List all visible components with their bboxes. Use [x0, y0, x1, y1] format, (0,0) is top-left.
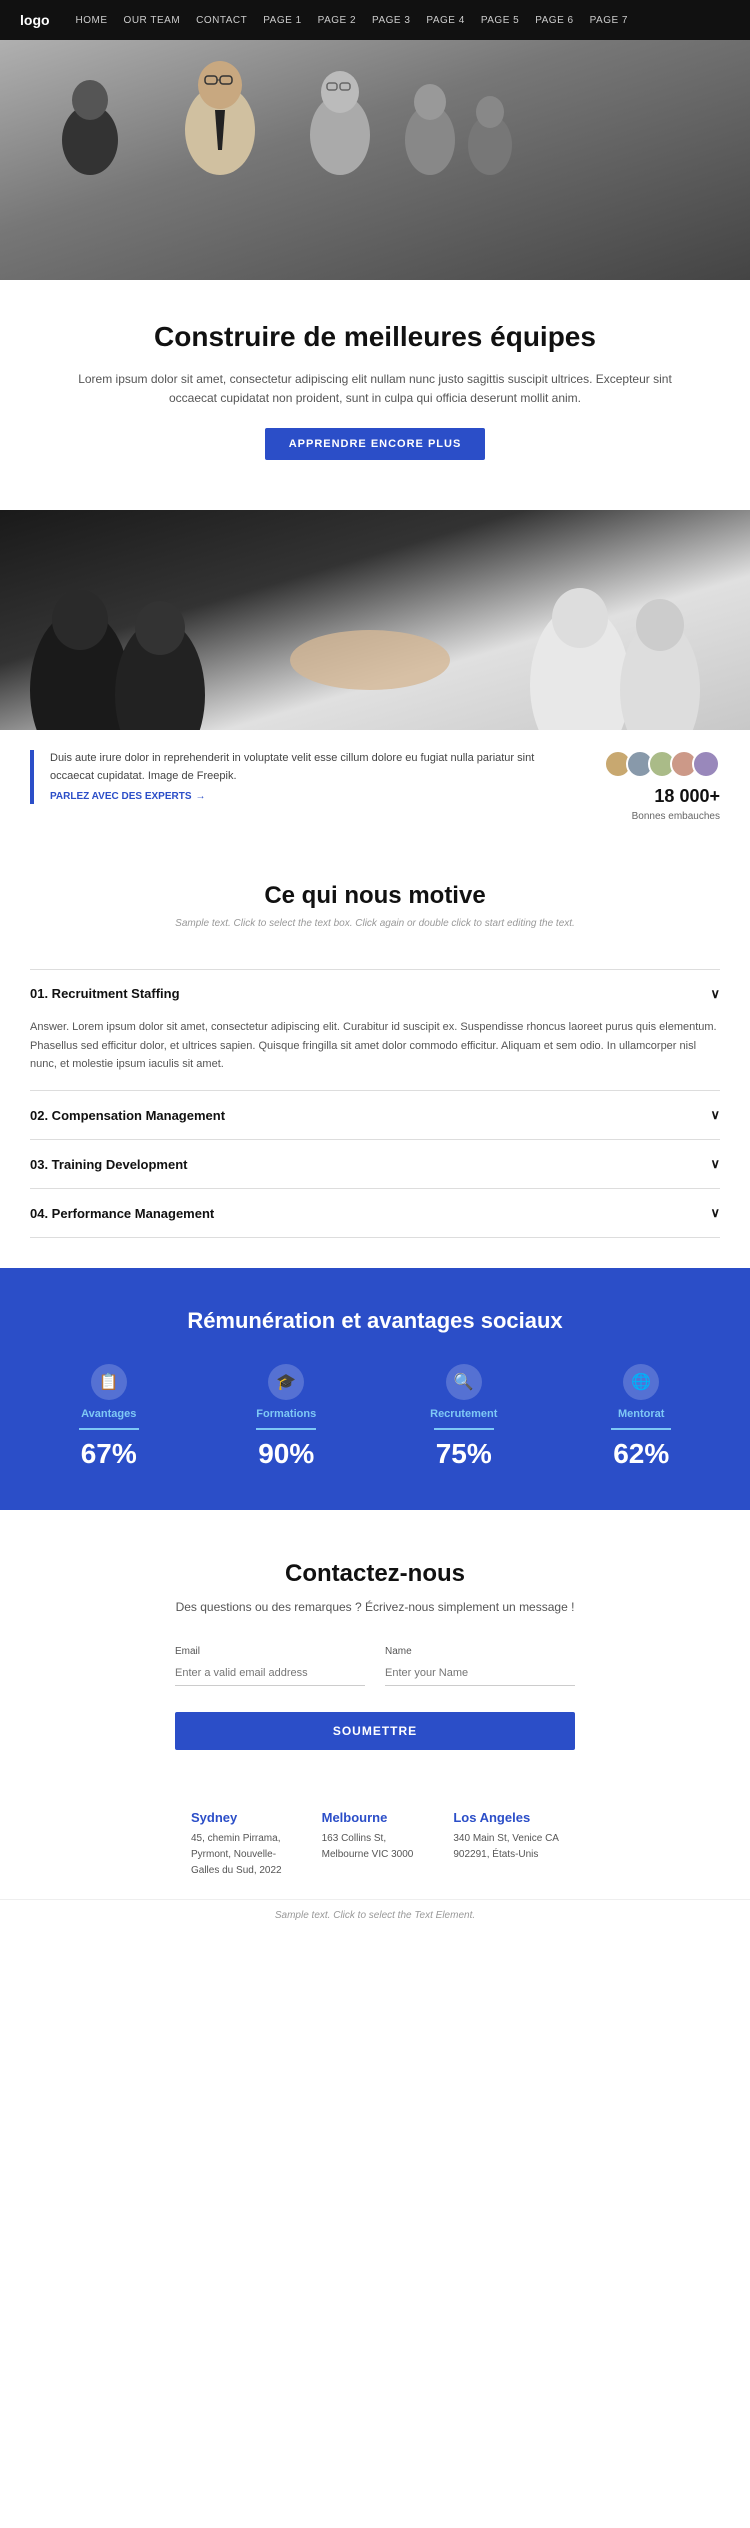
chevron-down-icon: ∨ — [710, 1107, 720, 1123]
accordion-label-3: 03. Training Development — [30, 1157, 188, 1172]
office-sydney-address: 45, chemin Pirrama,Pyrmont, Nouvelle-Gal… — [191, 1831, 282, 1879]
stat-mentorat: 🌐 Mentorat 62% — [563, 1364, 721, 1470]
blue-section-title: Rémunération et avantages sociaux — [30, 1308, 720, 1334]
office-melbourne-city: Melbourne — [322, 1810, 414, 1825]
accordion-label-4: 04. Performance Management — [30, 1206, 214, 1221]
nav-page1[interactable]: PAGE 1 — [263, 15, 301, 26]
stats-text: Duis aute irure dolor in reprehenderit i… — [30, 750, 570, 804]
footer-note: Sample text. Click to select the Text El… — [0, 1899, 750, 1931]
nav-home[interactable]: HOME — [76, 15, 108, 26]
nav-page3[interactable]: PAGE 3 — [372, 15, 410, 26]
formations-label: Formations — [256, 1408, 316, 1420]
name-field-wrapper: Name — [385, 1646, 575, 1686]
chevron-down-icon: ∨ — [710, 1156, 720, 1172]
chevron-down-icon: ∨ — [710, 986, 720, 1002]
recrutement-icon: 🔍 — [446, 1364, 482, 1400]
nav-page2[interactable]: PAGE 2 — [318, 15, 356, 26]
nav-contact[interactable]: CONTACT — [196, 15, 247, 26]
accordion-item-2: 02. Compensation Management ∨ — [30, 1090, 720, 1139]
mentorat-icon: 🌐 — [623, 1364, 659, 1400]
formations-icon: 🎓 — [268, 1364, 304, 1400]
logo: logo — [20, 12, 50, 28]
avantages-underline — [79, 1428, 139, 1430]
hero-text-section: Construire de meilleures équipes Lorem i… — [0, 280, 750, 480]
email-input[interactable] — [175, 1661, 365, 1686]
motivation-subtitle: Sample text. Click to select the text bo… — [30, 918, 720, 929]
accordion-body-1: Answer. Lorem ipsum dolor sit amet, cons… — [30, 1018, 720, 1090]
stats-right: 18 000+ Bonnes embauches — [570, 750, 720, 822]
office-sydney: Sydney 45, chemin Pirrama,Pyrmont, Nouve… — [191, 1810, 282, 1879]
blue-stats-grid: 📋 Avantages 67% 🎓 Formations 90% 🔍 Recru… — [30, 1364, 720, 1470]
accordion-label-2: 02. Compensation Management — [30, 1108, 225, 1123]
name-input[interactable] — [385, 1661, 575, 1686]
accordion-header-1[interactable]: 01. Recruitment Staffing ∨ — [30, 970, 720, 1018]
recrutement-label: Recrutement — [430, 1408, 497, 1420]
contact-title: Contactez-nous — [30, 1560, 720, 1588]
navigation: logo HOME OUR TEAM CONTACT PAGE 1 PAGE 2… — [0, 0, 750, 40]
accordion-header-4[interactable]: 04. Performance Management ∨ — [30, 1189, 720, 1237]
email-field-wrapper: Email — [175, 1646, 365, 1686]
office-losangeles-address: 340 Main St, Venice CA902291, États-Unis — [453, 1831, 559, 1863]
stat-number: 18 000+ — [654, 786, 720, 807]
talk-experts-link[interactable]: PARLEZ AVEC DES EXPERTS → — [50, 791, 206, 802]
avantages-pct: 67% — [81, 1438, 137, 1470]
nav-page5[interactable]: PAGE 5 — [481, 15, 519, 26]
office-sydney-city: Sydney — [191, 1810, 282, 1825]
formations-pct: 90% — [258, 1438, 314, 1470]
office-melbourne-address: 163 Collins St,Melbourne VIC 3000 — [322, 1831, 414, 1863]
email-label: Email — [175, 1646, 365, 1657]
recrutement-underline — [434, 1428, 494, 1430]
motivation-title: Ce qui nous motive — [30, 882, 720, 910]
office-losangeles-city: Los Angeles — [453, 1810, 559, 1825]
contact-form: Email Name SOUMETTRE — [175, 1646, 575, 1750]
blue-stats-section: Rémunération et avantages sociaux 📋 Avan… — [0, 1268, 750, 1510]
avatar — [692, 750, 720, 778]
stat-recrutement: 🔍 Recrutement 75% — [385, 1364, 543, 1470]
mentorat-pct: 62% — [613, 1438, 669, 1470]
avatars-group — [604, 750, 720, 778]
form-row: Email Name — [175, 1646, 575, 1686]
motivation-section: Ce qui nous motive Sample text. Click to… — [0, 842, 750, 969]
stat-label: Bonnes embauches — [632, 811, 720, 822]
accordion-header-3[interactable]: 03. Training Development ∨ — [30, 1140, 720, 1188]
team-image — [0, 510, 750, 730]
mentorat-label: Mentorat — [618, 1408, 664, 1420]
office-losangeles: Los Angeles 340 Main St, Venice CA902291… — [453, 1810, 559, 1879]
nav-page7[interactable]: PAGE 7 — [590, 15, 628, 26]
contact-subtitle: Des questions ou des remarques ? Écrivez… — [30, 1598, 720, 1616]
hero-title: Construire de meilleures équipes — [60, 320, 690, 354]
stat-formations: 🎓 Formations 90% — [208, 1364, 366, 1470]
accordion-label-1: 01. Recruitment Staffing — [30, 986, 180, 1001]
avantages-label: Avantages — [81, 1408, 136, 1420]
accordion-item-4: 04. Performance Management ∨ — [30, 1188, 720, 1238]
accordion-item-1: 01. Recruitment Staffing ∨ Answer. Lorem… — [30, 969, 720, 1090]
accordion-item-3: 03. Training Development ∨ — [30, 1139, 720, 1188]
contact-section: Contactez-nous Des questions ou des rema… — [0, 1510, 750, 1780]
arrow-right-icon: → — [196, 791, 206, 802]
submit-button[interactable]: SOUMETTRE — [175, 1712, 575, 1750]
stats-paragraph: Duis aute irure dolor in reprehenderit i… — [50, 750, 570, 785]
offices-section: Sydney 45, chemin Pirrama,Pyrmont, Nouve… — [0, 1780, 750, 1899]
mentorat-underline — [611, 1428, 671, 1430]
accordion: 01. Recruitment Staffing ∨ Answer. Lorem… — [0, 969, 750, 1238]
stats-bar: Duis aute irure dolor in reprehenderit i… — [0, 730, 750, 842]
stat-avantages: 📋 Avantages 67% — [30, 1364, 188, 1470]
name-label: Name — [385, 1646, 575, 1657]
learn-more-button[interactable]: APPRENDRE ENCORE PLUS — [265, 428, 486, 460]
avantages-icon: 📋 — [91, 1364, 127, 1400]
office-melbourne: Melbourne 163 Collins St,Melbourne VIC 3… — [322, 1810, 414, 1879]
nav-page4[interactable]: PAGE 4 — [426, 15, 464, 26]
recrutement-pct: 75% — [436, 1438, 492, 1470]
chevron-down-icon: ∨ — [710, 1205, 720, 1221]
formations-underline — [256, 1428, 316, 1430]
hero-image — [0, 40, 750, 280]
nav-page6[interactable]: PAGE 6 — [535, 15, 573, 26]
accordion-header-2[interactable]: 02. Compensation Management ∨ — [30, 1091, 720, 1139]
nav-our-team[interactable]: OUR TEAM — [124, 15, 181, 26]
hero-description: Lorem ipsum dolor sit amet, consectetur … — [60, 370, 690, 408]
